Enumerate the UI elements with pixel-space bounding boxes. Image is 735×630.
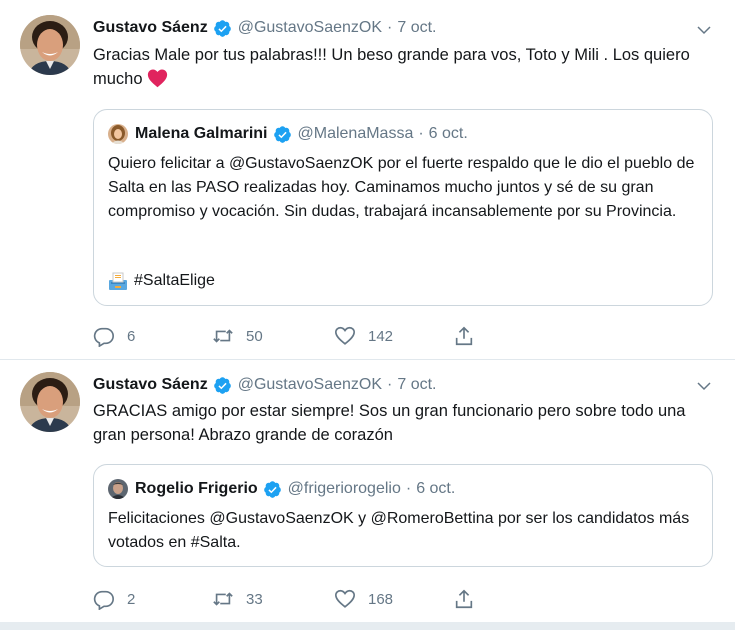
tweet-header: Gustavo Sáenz @GustavoSaenzOK · 7 oct. xyxy=(93,18,436,38)
like-button[interactable]: 142 xyxy=(334,325,393,347)
share-button[interactable] xyxy=(453,588,487,610)
avatar[interactable] xyxy=(20,372,80,432)
tweet[interactable]: Gustavo Sáenz @GustavoSaenzOK · 7 oct. G… xyxy=(0,0,735,360)
tweet-text-content: Gracias Male por tus palabras!!! Un beso… xyxy=(93,46,690,88)
like-button[interactable]: 168 xyxy=(334,588,393,610)
share-icon xyxy=(455,589,473,609)
quoted-tweet-header: Rogelio Frigerio @frigeriorogelio · 6 oc… xyxy=(108,479,455,499)
retweet-count: 50 xyxy=(246,327,263,345)
verified-badge-icon xyxy=(263,480,282,499)
tweet-date: 6 oct. xyxy=(428,125,468,142)
hashtag-line: #SaltaElige xyxy=(108,269,215,293)
heart-icon xyxy=(335,589,355,608)
tweet-date[interactable]: 7 oct. xyxy=(397,18,436,38)
reply-button[interactable]: 6 xyxy=(93,325,135,347)
reply-icon xyxy=(93,327,114,347)
hashtag-link[interactable]: #SaltaElige xyxy=(134,269,215,293)
reply-button[interactable]: 2 xyxy=(93,588,135,610)
like-count: 142 xyxy=(368,327,394,345)
heart-icon xyxy=(335,326,355,345)
separator: · xyxy=(418,125,424,142)
avatar xyxy=(108,479,128,499)
retweet-count: 33 xyxy=(246,590,263,608)
separator: · xyxy=(387,19,393,36)
reply-icon xyxy=(93,590,114,610)
ballot-box-emoji-icon xyxy=(108,271,128,291)
author-handle: @MalenaMassa xyxy=(297,125,414,142)
retweet-button[interactable]: 33 xyxy=(212,588,263,610)
tweet-header: Gustavo Sáenz @GustavoSaenzOK · 7 oct. xyxy=(93,375,436,395)
avatar[interactable] xyxy=(20,15,80,75)
quoted-tweet-header: Malena Galmarini @MalenaMassa · 6 oct. xyxy=(108,124,468,144)
quoted-tweet-text: Quiero felicitar a @GustavoSaenzOK por e… xyxy=(108,155,695,220)
tweet-date: 6 oct. xyxy=(416,480,456,497)
quoted-tweet-text: Felicitaciones @GustavoSaenzOK y @Romero… xyxy=(108,510,690,551)
quoted-tweet[interactable]: Malena Galmarini @MalenaMassa · 6 oct. Q… xyxy=(93,109,713,306)
chevron-down-icon[interactable] xyxy=(695,21,713,39)
author-name[interactable]: Gustavo Sáenz xyxy=(93,18,208,38)
quoted-tweet[interactable]: Rogelio Frigerio @frigeriorogelio · 6 oc… xyxy=(93,464,713,567)
author-name: Rogelio Frigerio xyxy=(135,480,258,497)
author-handle[interactable]: @GustavoSaenzOK xyxy=(238,375,382,395)
verified-badge-icon xyxy=(213,376,232,395)
verified-badge-icon xyxy=(273,125,292,144)
author-name[interactable]: Gustavo Sáenz xyxy=(93,375,208,395)
share-button[interactable] xyxy=(453,325,487,347)
author-name: Malena Galmarini xyxy=(135,125,268,142)
author-handle[interactable]: @GustavoSaenzOK xyxy=(238,18,382,38)
chevron-down-icon[interactable] xyxy=(695,377,713,395)
tweet-text: Gracias Male por tus palabras!!! Un beso… xyxy=(93,43,713,91)
verified-badge-icon xyxy=(213,19,232,38)
separator: · xyxy=(405,480,412,497)
tweet-text: GRACIAS amigo por estar siempre! Sos un … xyxy=(93,402,686,444)
red-heart-emoji-icon xyxy=(147,68,168,88)
retweet-button[interactable]: 50 xyxy=(212,325,263,347)
like-count: 168 xyxy=(368,590,394,608)
reply-count: 6 xyxy=(127,327,136,345)
reply-count: 2 xyxy=(127,590,136,608)
author-handle: @frigeriorogelio xyxy=(287,480,401,497)
retweet-icon xyxy=(213,329,233,343)
retweet-icon xyxy=(213,592,233,606)
separator: · xyxy=(387,376,393,393)
avatar xyxy=(108,124,128,144)
tweet-date[interactable]: 7 oct. xyxy=(397,375,436,395)
share-icon xyxy=(455,326,473,346)
timeline-divider xyxy=(0,622,735,630)
tweet[interactable]: Gustavo Sáenz @GustavoSaenzOK · 7 oct. G… xyxy=(0,361,735,622)
